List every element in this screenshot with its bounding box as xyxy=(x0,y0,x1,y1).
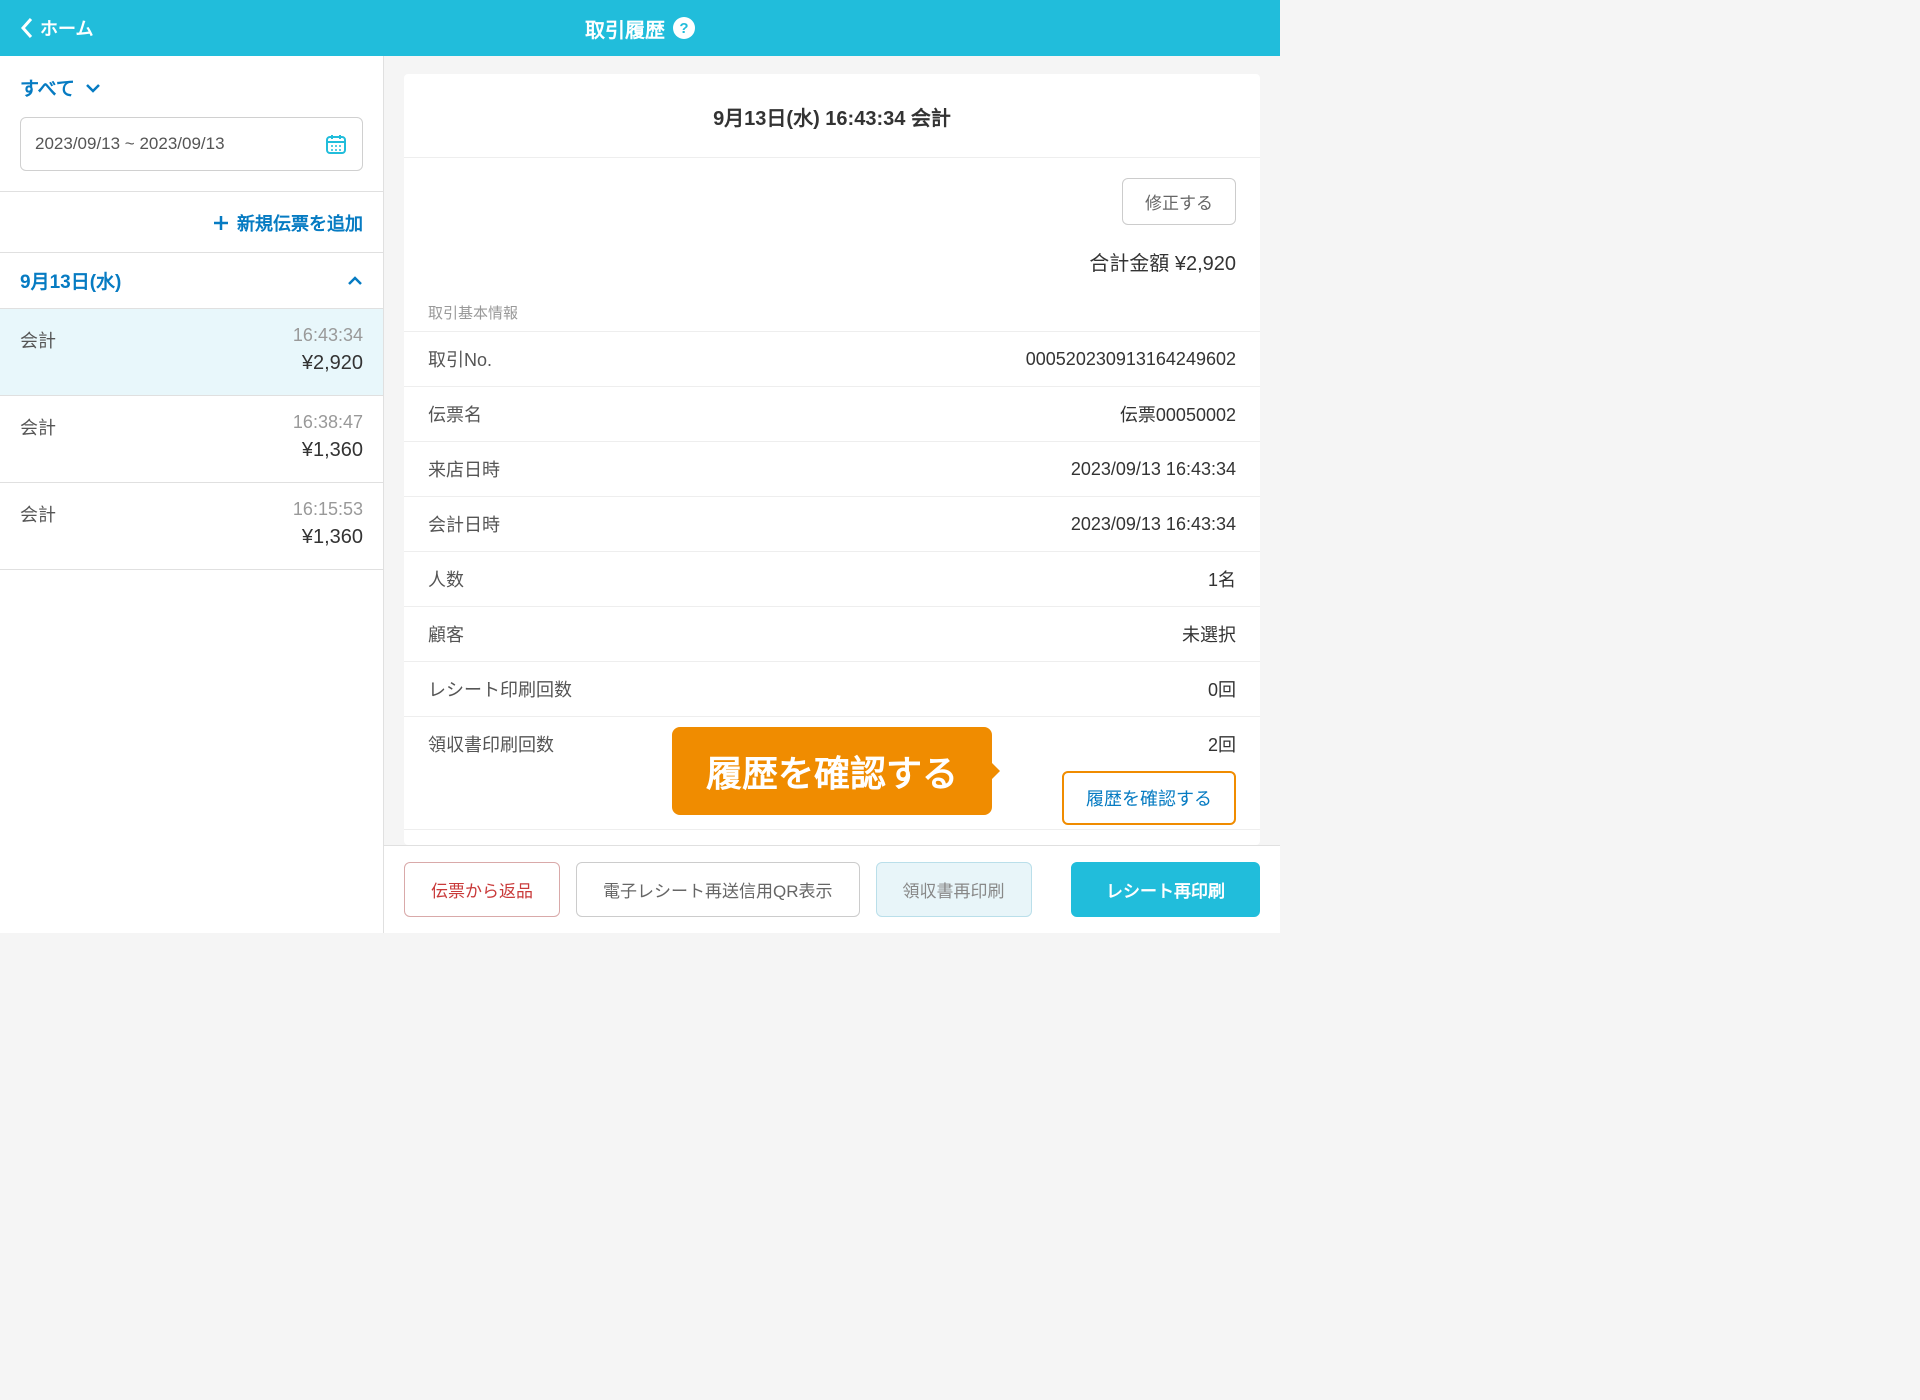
detail-pane: 9月13日(水) 16:43:34 会計 修正する 合計金額 ¥2,920 取引… xyxy=(384,56,1280,933)
chevron-up-icon xyxy=(347,276,363,286)
txn-label: 会計 xyxy=(20,499,56,527)
help-icon[interactable]: ? xyxy=(673,17,695,39)
add-slip-button[interactable]: 新規伝票を追加 xyxy=(0,191,383,253)
info-row: 来店日時2023/09/13 16:43:34 xyxy=(404,441,1260,496)
chevron-down-icon xyxy=(85,83,101,93)
date-range-picker[interactable]: 2023/09/13 ~ 2023/09/13 xyxy=(20,117,363,171)
info-row: 会計日時2023/09/13 16:43:34 xyxy=(404,496,1260,551)
info-row: 顧客未選択 xyxy=(404,606,1260,661)
txn-time: 16:43:34 xyxy=(293,325,363,346)
filter-dropdown[interactable]: すべて xyxy=(20,74,363,101)
txn-amount: ¥1,360 xyxy=(293,439,363,462)
info-row-memo: メモ 未入力 xyxy=(404,829,1260,845)
back-label: ホーム xyxy=(40,15,93,41)
txn-label: 会計 xyxy=(20,325,56,353)
txn-item[interactable]: 会計 16:38:47 ¥1,360 xyxy=(0,396,383,483)
txn-item[interactable]: 会計 16:43:34 ¥2,920 xyxy=(0,309,383,396)
txn-amount: ¥1,360 xyxy=(293,526,363,549)
info-row: レシート印刷回数0回 xyxy=(404,661,1260,716)
sidebar: すべて 2023/09/13 ~ 2023/09/13 新規伝票を追加 9月13… xyxy=(0,56,384,933)
plus-icon xyxy=(213,215,229,231)
calendar-icon xyxy=(324,132,348,156)
txn-time: 16:15:53 xyxy=(293,499,363,520)
info-row: 伝票名伝票00050002 xyxy=(404,386,1260,441)
slip-reprint-button[interactable]: レシート再印刷 xyxy=(1071,862,1260,917)
info-row: 人数1名 xyxy=(404,551,1260,606)
chevron-left-icon xyxy=(20,17,34,39)
modify-button[interactable]: 修正する xyxy=(1122,178,1236,225)
footer-actions: 伝票から返品 電子レシート再送信用QR表示 領収書再印刷 レシート再印刷 xyxy=(384,845,1280,933)
return-from-slip-button[interactable]: 伝票から返品 xyxy=(404,862,560,917)
txn-amount: ¥2,920 xyxy=(293,352,363,375)
date-group-header[interactable]: 9月13日(水) xyxy=(0,253,383,309)
view-history-button[interactable]: 履歴を確認する xyxy=(1062,771,1236,825)
page-title: 取引履歴 ? xyxy=(585,14,695,43)
section-label: 取引基本情報 xyxy=(404,302,1260,331)
detail-title: 9月13日(水) 16:43:34 会計 xyxy=(404,74,1260,157)
callout-bubble: 履歴を確認する xyxy=(672,727,992,815)
txn-label: 会計 xyxy=(20,412,56,440)
qr-resend-button[interactable]: 電子レシート再送信用QR表示 xyxy=(576,862,860,917)
txn-item[interactable]: 会計 16:15:53 ¥1,360 xyxy=(0,483,383,570)
info-row: 取引No.000520230913164249602 xyxy=(404,331,1260,386)
app-header: ホーム 取引履歴 ? xyxy=(0,0,1280,56)
txn-time: 16:38:47 xyxy=(293,412,363,433)
total-amount: 合計金額 ¥2,920 xyxy=(404,247,1260,302)
receipt-reprint-button[interactable]: 領収書再印刷 xyxy=(876,862,1032,917)
back-button[interactable]: ホーム xyxy=(20,15,93,41)
